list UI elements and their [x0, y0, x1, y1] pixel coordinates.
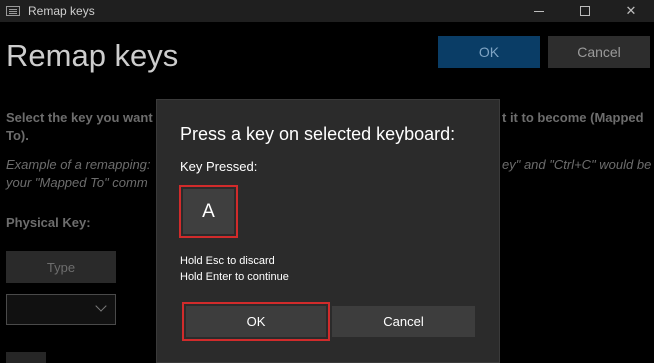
dialog-cancel-button[interactable]: Cancel: [332, 306, 475, 337]
window-title: Remap keys: [28, 4, 95, 18]
instruction-text: Select the key you want: [6, 110, 153, 125]
maximize-icon: [580, 6, 590, 16]
physical-key-label: Physical Key:: [6, 215, 91, 230]
type-button[interactable]: Type: [6, 251, 116, 283]
close-button[interactable]: ✕: [608, 0, 654, 22]
instruction-text-right: t it to become (Mapped: [502, 110, 644, 125]
maximize-button[interactable]: [562, 0, 608, 22]
ok-button[interactable]: OK: [438, 36, 540, 68]
physical-key-dropdown[interactable]: [6, 294, 116, 325]
minimize-icon: [534, 10, 544, 12]
chevron-down-icon: [95, 300, 107, 312]
example-text-right: ey" and "Ctrl+C" would be: [502, 157, 652, 172]
hint-continue: Hold Enter to continue: [180, 271, 289, 283]
example-text-line2: your "Mapped To" comm: [6, 175, 148, 190]
key-pressed-label: Key Pressed:: [180, 159, 258, 174]
dialog-ok-button[interactable]: OK: [186, 306, 326, 337]
keyboard-icon: [6, 6, 20, 16]
key-pressed-value: A: [183, 189, 234, 234]
cancel-button[interactable]: Cancel: [548, 36, 650, 68]
window-controls: ✕: [516, 0, 654, 22]
dialog-ok-highlight: OK: [182, 302, 330, 341]
instruction-text-line2: To).: [6, 128, 29, 143]
key-pressed-highlight: A: [179, 185, 238, 238]
hint-discard: Hold Esc to discard: [180, 255, 275, 267]
dialog-title: Press a key on selected keyboard:: [180, 124, 456, 144]
page-title: Remap keys: [6, 38, 179, 73]
title-bar: Remap keys ✕: [0, 0, 654, 22]
close-icon: ✕: [625, 3, 637, 18]
minimize-button[interactable]: [516, 0, 562, 22]
add-key-button[interactable]: [6, 352, 46, 363]
press-key-dialog: Press a key on selected keyboard: Key Pr…: [156, 99, 500, 363]
example-text: Example of a remapping:: [6, 157, 151, 172]
